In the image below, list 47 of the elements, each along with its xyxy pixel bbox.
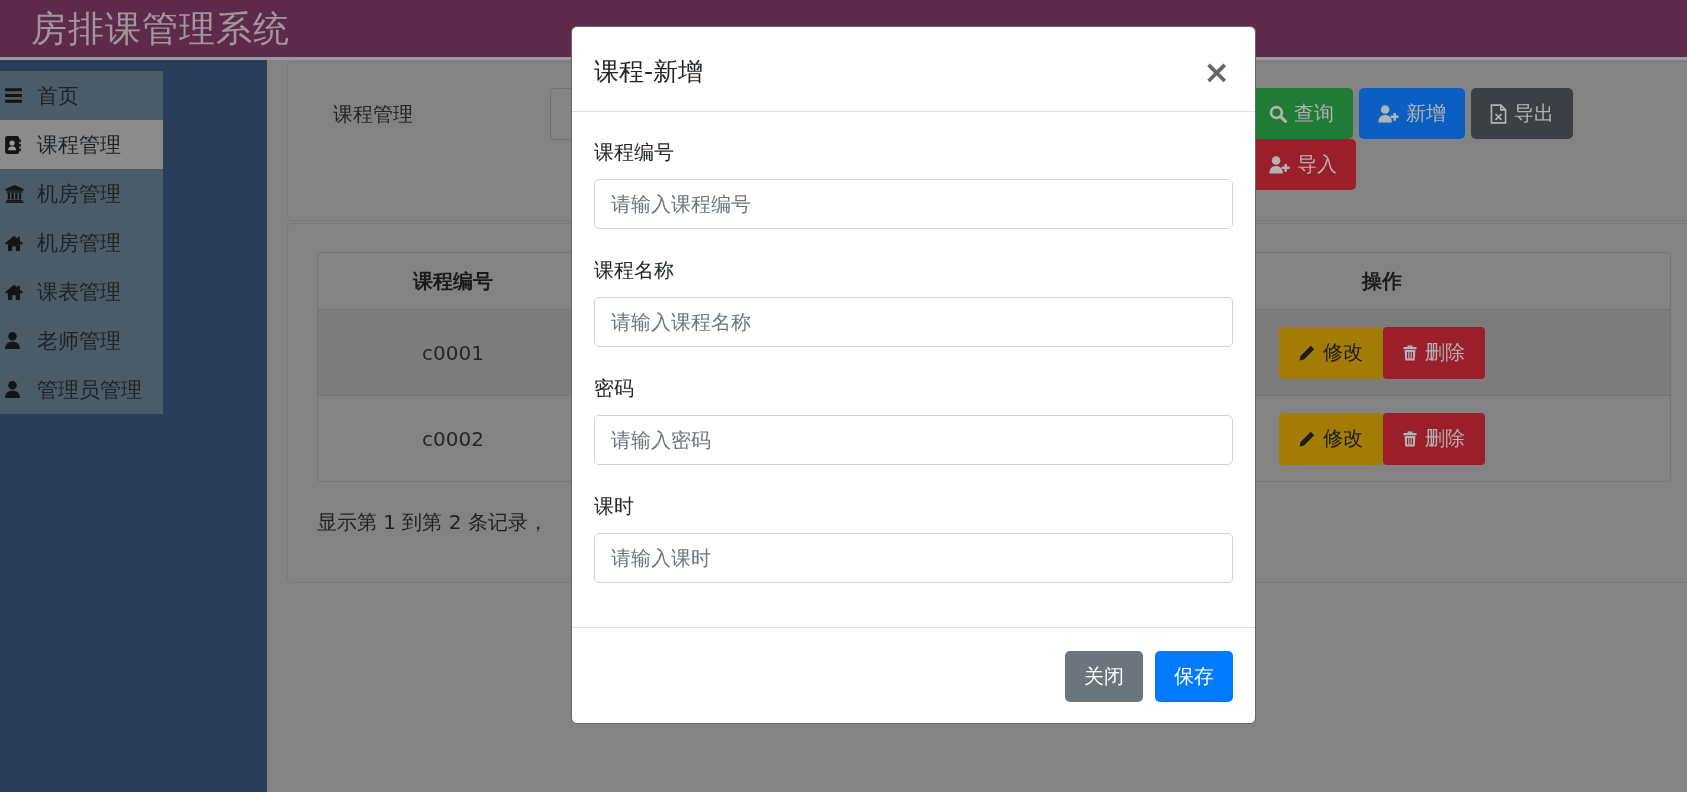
pagination-summary: 显示第 1 到第 2 条记录， [317, 509, 548, 535]
pencil-icon [1299, 344, 1315, 361]
dialog-title: 课程-新增 [594, 56, 704, 88]
search-icon [1269, 104, 1287, 123]
field-label: 课时 [594, 493, 634, 520]
section-label: 课程管理 [333, 101, 414, 128]
user-plus-icon [1269, 155, 1290, 174]
edit-button[interactable]: 修改 [1279, 412, 1383, 465]
input-field[interactable]: 请输入密码 [594, 415, 1233, 465]
file-x-icon [1490, 103, 1507, 124]
contact-card-icon [5, 135, 21, 154]
sidebar-item[interactable]: 机房管理 [0, 218, 163, 267]
delete-button[interactable]: 删除 [1383, 326, 1485, 379]
menu-icon [5, 88, 22, 103]
close-button[interactable]: 关闭 [1065, 651, 1143, 702]
app-title: 房排课管理系统 [30, 7, 290, 51]
trash-icon [1403, 430, 1417, 447]
sidebar-item[interactable]: 课表管理 [0, 267, 163, 316]
sidebar-item[interactable]: 管理员管理 [0, 365, 163, 414]
trash-icon [1403, 344, 1417, 361]
sidebar-item[interactable]: 机房管理 [0, 169, 163, 218]
save-button[interactable]: 保存 [1155, 651, 1233, 702]
bank-icon [5, 184, 24, 203]
dismiss-button[interactable]: × [1203, 55, 1230, 88]
field-label: 密码 [594, 375, 634, 402]
export-button[interactable]: 导出 [1471, 88, 1573, 139]
field-label: 课程编号 [594, 139, 674, 166]
input-field[interactable]: 请输入课时 [594, 533, 1233, 583]
delete-button[interactable]: 删除 [1383, 412, 1485, 465]
column-header: 操作 [1362, 267, 1402, 295]
input-field[interactable]: 请输入课程编号 [594, 179, 1233, 229]
edit-button[interactable]: 修改 [1279, 326, 1383, 379]
input-field[interactable]: 请输入课程名称 [594, 297, 1233, 347]
table-cell: c0002 [422, 426, 484, 451]
sidebar-item[interactable]: 课程管理 [0, 120, 163, 169]
field-label: 课程名称 [594, 257, 674, 284]
home-icon [5, 234, 23, 251]
user-icon [5, 332, 20, 349]
table-cell: c0001 [422, 340, 484, 365]
pencil-icon [1299, 430, 1315, 447]
user-icon [5, 381, 20, 398]
home-icon [5, 283, 23, 300]
column-header: 课程编号 [413, 267, 493, 295]
add-button[interactable]: 新增 [1359, 88, 1465, 139]
sidebar-item[interactable]: 首页 [0, 71, 163, 120]
sidebar-item[interactable]: 老师管理 [0, 316, 163, 365]
user-plus-icon [1378, 104, 1399, 123]
